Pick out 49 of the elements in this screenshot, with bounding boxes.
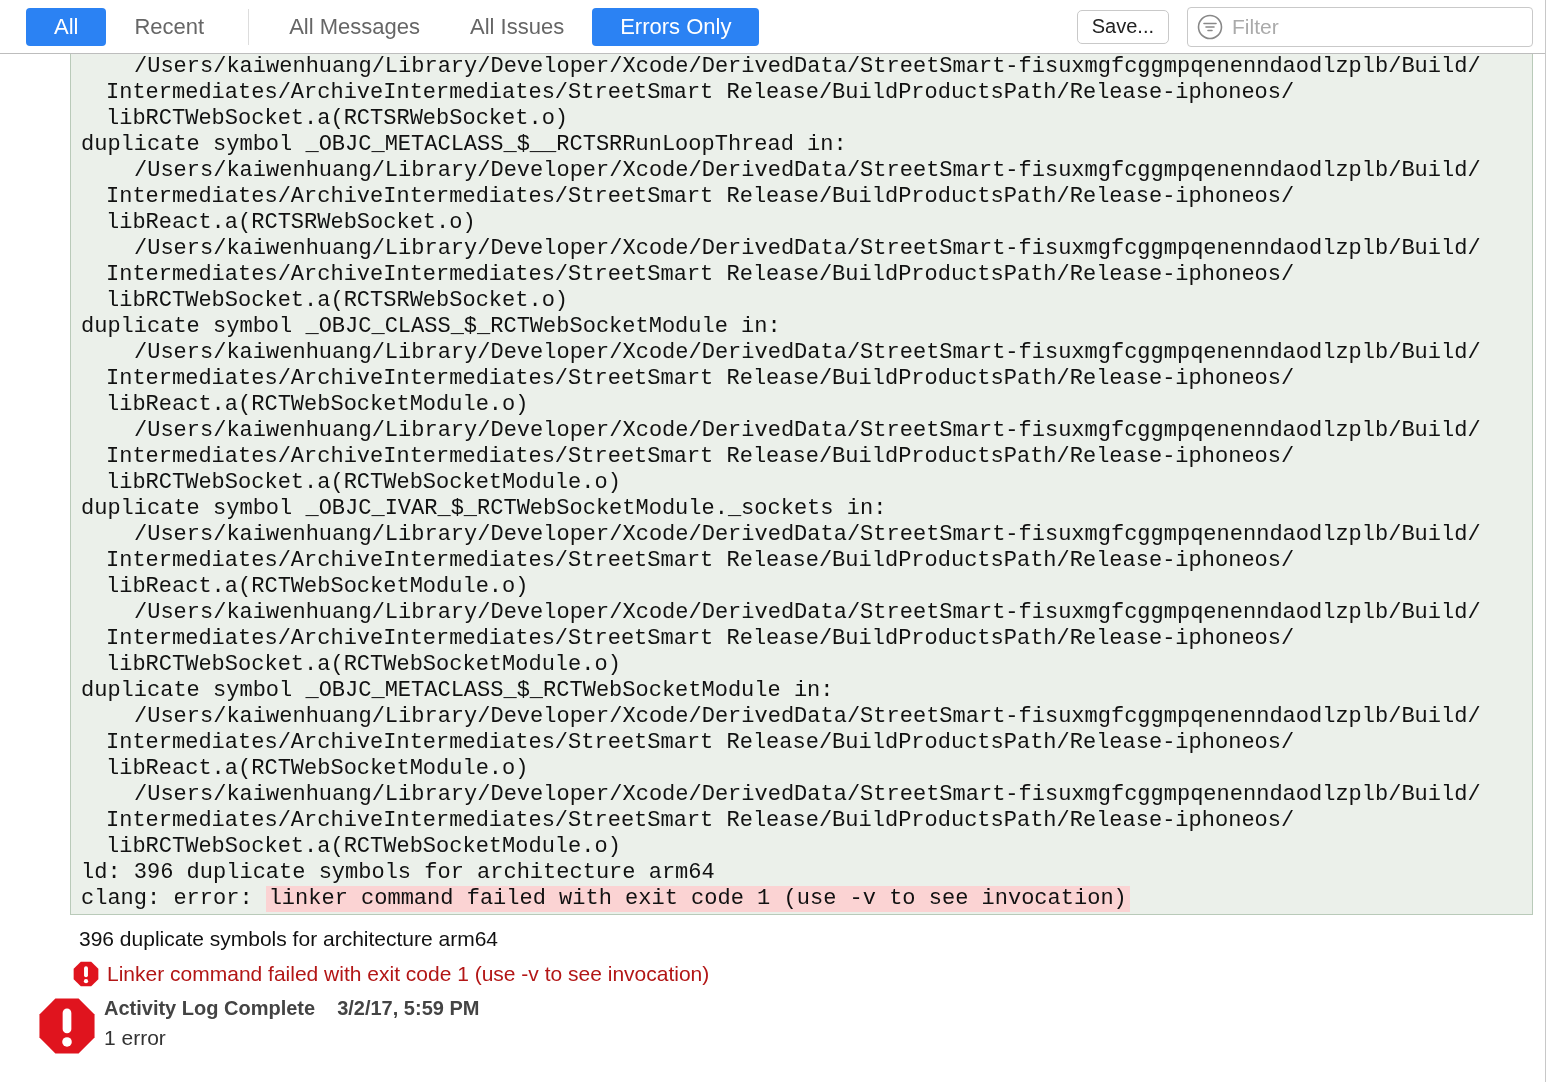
filter-field[interactable]: Filter <box>1187 6 1533 47</box>
log-line: duplicate symbol _OBJC_CLASS_$_RCTWebSocketModule in: <box>81 314 781 340</box>
log-line: libRCTWebSocket.a(RCTWebSocketModule.o) <box>106 834 621 860</box>
log-line: Intermediates/ArchiveIntermediates/StreetSmart Release/BuildProductsPath/Release-iphoneos/ <box>106 548 1295 574</box>
log-line: /Users/kaiwenhuang/Library/Developer/Xcode/DerivedData/StreetSmart-fisuxmgfcggmpqenenndaodlzplb/Build/ <box>134 782 1481 808</box>
log-line: /Users/kaiwenhuang/Library/Developer/Xcode/DerivedData/StreetSmart-fisuxmgfcggmpqenenndaodlzplb/Build/ <box>134 522 1481 548</box>
log-line: duplicate symbol _OBJC_IVAR_$_RCTWebSocketModule._sockets in: <box>81 496 887 522</box>
log-line: clang: error: <box>81 886 253 912</box>
log-line: Intermediates/ArchiveIntermediates/StreetSmart Release/BuildProductsPath/Release-iphoneos/ <box>106 626 1295 652</box>
log-line: /Users/kaiwenhuang/Library/Developer/Xcode/DerivedData/StreetSmart-fisuxmgfcggmpqenenndaodlzplb/Build/ <box>134 704 1481 730</box>
status-time: 3/2/17, 5:59 PM <box>337 997 480 1020</box>
log-line: /Users/kaiwenhuang/Library/Developer/Xcode/DerivedData/StreetSmart-fisuxmgfcggmpqenenndaodlzplb/Build/ <box>134 418 1481 444</box>
log-line: /Users/kaiwenhuang/Library/Developer/Xcode/DerivedData/StreetSmart-fisuxmgfcggmpqenenndaodlzplb/Build/ <box>134 600 1481 626</box>
log-line: libRCTWebSocket.a(RCTSRWebSocket.o) <box>106 106 569 132</box>
log-line: libReact.a(RCTSRWebSocket.o) <box>106 210 476 236</box>
log-line: duplicate symbol _OBJC_METACLASS_$__RCTSRRunLoopThread in: <box>81 132 847 158</box>
log-line: /Users/kaiwenhuang/Library/Developer/Xcode/DerivedData/StreetSmart-fisuxmgfcggmpqenenndaodlzplb/Build/ <box>134 236 1481 262</box>
log-line: /Users/kaiwenhuang/Library/Developer/Xcode/DerivedData/StreetSmart-fisuxmgfcggmpqenenndaodlzplb/Build/ <box>134 340 1481 366</box>
log-line: libReact.a(RCTWebSocketModule.o) <box>106 574 529 600</box>
filter-tab[interactable]: All Issues <box>448 7 587 46</box>
filter-icon <box>1197 13 1223 40</box>
log-line: Intermediates/ArchiveIntermediates/StreetSmart Release/BuildProductsPath/Release-iphoneos/ <box>106 366 1295 392</box>
log-line: ld: 396 duplicate symbols for architecture arm64 <box>81 860 715 886</box>
error-message: Linker command failed with exit code 1 (use -v to see invocation) <box>107 962 710 986</box>
log-line: Intermediates/ArchiveIntermediates/StreetSmart Release/BuildProductsPath/Release-iphoneos/ <box>106 80 1295 106</box>
log-line: /Users/kaiwenhuang/Library/Developer/Xcode/DerivedData/StreetSmart-fisuxmgfcggmpqenenndaodlzplb/Build/ <box>134 54 1481 80</box>
scope-tab[interactable]: Recent <box>112 7 227 46</box>
log-line: duplicate symbol _OBJC_METACLASS_$_RCTWebSocketModule in: <box>81 678 834 704</box>
filter-tab[interactable]: All Messages <box>267 7 442 46</box>
log-line: Intermediates/ArchiveIntermediates/StreetSmart Release/BuildProductsPath/Release-iphoneos/ <box>106 184 1295 210</box>
log-line: libRCTWebSocket.a(RCTSRWebSocket.o) <box>106 288 569 314</box>
status-title: Activity Log Complete <box>104 997 316 1020</box>
highlighted-error-text: linker command failed with exit code 1 (use -v to see invocation) <box>265 886 1130 912</box>
log-line: libReact.a(RCTWebSocketModule.o) <box>106 392 529 418</box>
log-line: Intermediates/ArchiveIntermediates/StreetSmart Release/BuildProductsPath/Release-iphoneos/ <box>106 808 1295 834</box>
log-line: libReact.a(RCTWebSocketModule.o) <box>106 756 529 782</box>
log-line: libRCTWebSocket.a(RCTWebSocketModule.o) <box>106 652 621 678</box>
error-icon <box>73 961 99 987</box>
filter-tab[interactable]: Errors Only <box>592 7 760 46</box>
scope-tab[interactable]: All <box>26 7 107 46</box>
error-count: 1 error <box>104 1026 167 1050</box>
log-line: Intermediates/ArchiveIntermediates/StreetSmart Release/BuildProductsPath/Release-iphoneos/ <box>106 730 1295 756</box>
log-line: Intermediates/ArchiveIntermediates/StreetSmart Release/BuildProductsPath/Release-iphoneos/ <box>106 262 1295 288</box>
summary-text: 396 duplicate symbols for architecture arm64 <box>79 927 500 951</box>
save-button[interactable]: Save... <box>1076 9 1169 44</box>
error-icon <box>38 997 96 1055</box>
log-line: /Users/kaiwenhuang/Library/Developer/Xcode/DerivedData/StreetSmart-fisuxmgfcggmpqenenndaodlzplb/Build/ <box>134 158 1481 184</box>
log-line: libRCTWebSocket.a(RCTWebSocketModule.o) <box>106 470 621 496</box>
log-line: Intermediates/ArchiveIntermediates/StreetSmart Release/BuildProductsPath/Release-iphoneos/ <box>106 444 1295 470</box>
